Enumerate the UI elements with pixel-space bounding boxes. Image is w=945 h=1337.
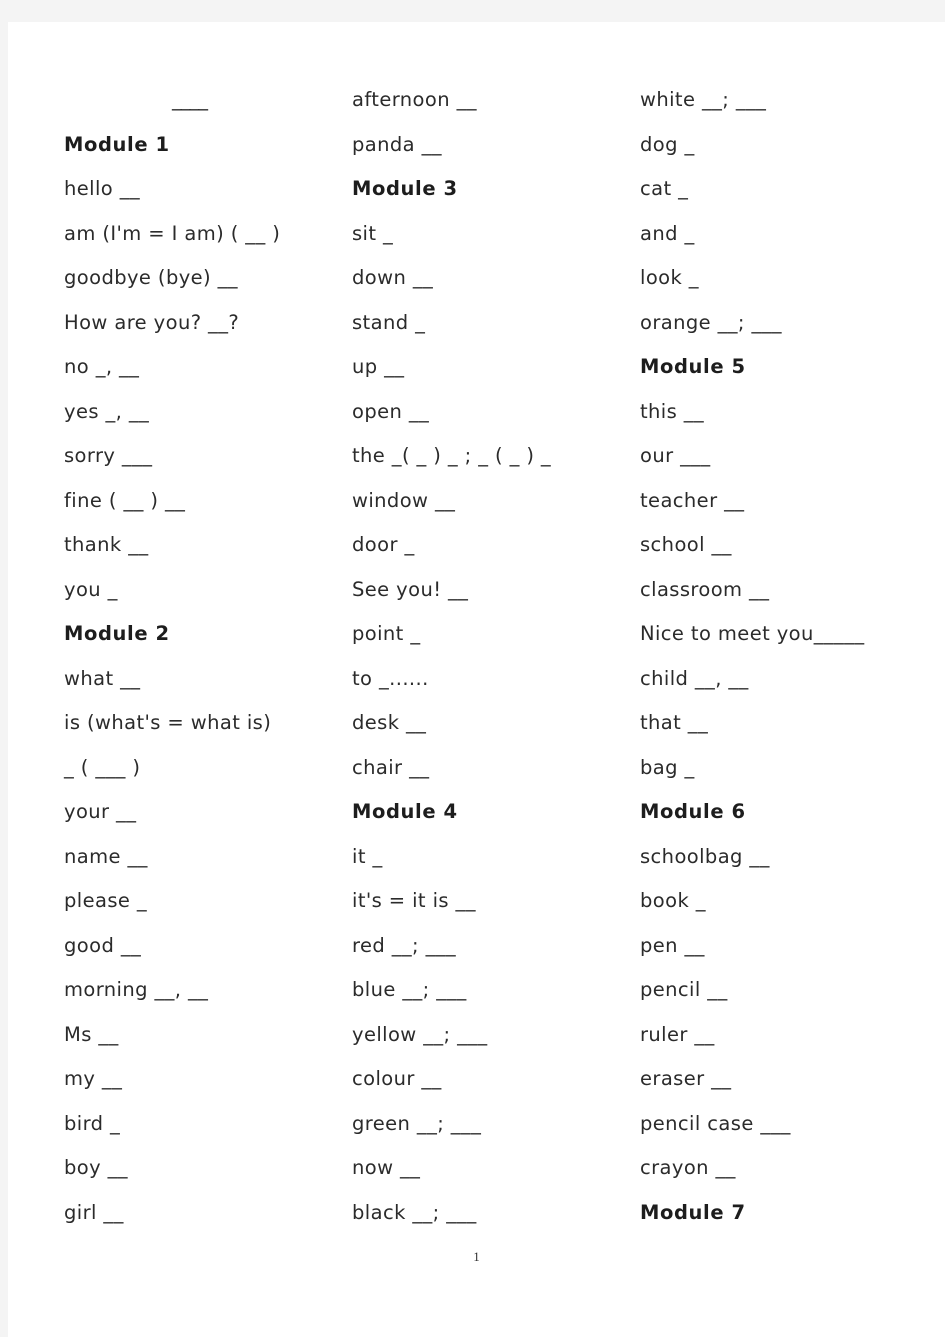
vocabulary-entry: now __ xyxy=(352,1156,421,1179)
vocabulary-entry: you _ xyxy=(64,577,118,601)
vocabulary-entry: door _ xyxy=(352,533,415,556)
vocabulary-entry: look _ xyxy=(640,266,699,289)
module-heading: Module 5 xyxy=(640,355,746,378)
title-blank-line: ____ xyxy=(64,78,352,123)
vocabulary-entry: point _ xyxy=(352,622,421,645)
vocabulary-column-3: white __; ___dog _cat _and _look _orange… xyxy=(640,78,928,1235)
vocabulary-entry: the _( _ ) _ ; _ ( _ ) _ xyxy=(352,444,552,467)
vocabulary-entry: black __; ___ xyxy=(352,1200,477,1224)
vocabulary-entry: girl __ xyxy=(64,1200,124,1224)
vocabulary-entry: red __; ___ xyxy=(352,933,457,957)
module-heading: Module 3 xyxy=(352,177,458,200)
module-heading: Module 7 xyxy=(640,1200,746,1224)
vocabulary-entry: colour __ xyxy=(352,1067,442,1090)
vocabulary-entry: white __; ___ xyxy=(640,88,767,111)
vocabulary-entry: down __ xyxy=(352,266,434,289)
vocabulary-entry: boy __ xyxy=(64,1156,128,1179)
vocabulary-entry: orange __; ___ xyxy=(640,310,782,334)
vocabulary-entry: pen __ xyxy=(640,933,705,957)
vocabulary-entry: yellow __; ___ xyxy=(352,1022,488,1046)
vocabulary-entry: that __ xyxy=(640,711,709,734)
vocabulary-entry: dog _ xyxy=(640,132,695,156)
vocabulary-entry: what __ xyxy=(64,666,141,690)
vocabulary-entry: eraser __ xyxy=(640,1067,732,1090)
vocabulary-entry: bag _ xyxy=(640,755,695,779)
vocabulary-entry: teacher __ xyxy=(640,488,745,512)
vocabulary-entry: this __ xyxy=(640,399,705,423)
vocabulary-entry: hello __ xyxy=(64,177,141,200)
vocabulary-entry: stand _ xyxy=(352,310,426,334)
vocabulary-entry: fine ( __ ) __ xyxy=(64,488,186,512)
vocabulary-entry: please _ xyxy=(64,889,148,912)
vocabulary-entry: my __ xyxy=(64,1067,123,1090)
vocabulary-columns: ____ Module 1 hello __am (I'm = I am) ( __… xyxy=(8,22,945,1272)
title-blank-underscores: ____ xyxy=(172,88,208,111)
page-number: 1 xyxy=(473,1250,480,1264)
module-heading: Module 6 xyxy=(640,800,746,823)
vocabulary-entry: panda __ xyxy=(352,132,442,156)
vocabulary-entry: am (I'm = I am) ( __ ) xyxy=(64,221,281,245)
vocabulary-entry: See you! __ xyxy=(352,577,469,601)
vocabulary-entry: bird _ xyxy=(64,1111,121,1135)
vocabulary-entry: classroom __ xyxy=(640,577,770,601)
vocabulary-entry: Ms __ xyxy=(64,1022,119,1046)
vocabulary-entry: cat _ xyxy=(640,177,689,200)
vocabulary-entry: schoolbag __ xyxy=(640,844,770,868)
vocabulary-entry: is (what's = what is) xyxy=(64,711,272,734)
module-heading: Module 4 xyxy=(352,800,458,823)
vocabulary-entry: good __ xyxy=(64,933,142,957)
vocabulary-entry: green __; ___ xyxy=(352,1111,482,1135)
vocabulary-entry: sit _ xyxy=(352,221,394,245)
vocabulary-entry: How are you? __? xyxy=(64,310,240,334)
vocabulary-entry: morning __, __ xyxy=(64,978,209,1001)
vocabulary-entry: pencil __ xyxy=(640,978,728,1001)
vocabulary-entry: desk __ xyxy=(352,711,427,734)
vocabulary-entry: to _...... xyxy=(352,666,429,690)
vocabulary-entry: chair __ xyxy=(352,755,430,779)
vocabulary-entry: no _, __ xyxy=(64,355,140,378)
vocabulary-entry: window __ xyxy=(352,488,456,512)
vocabulary-entry: blue __; ___ xyxy=(352,978,467,1001)
vocabulary-entry: and _ xyxy=(640,221,695,245)
vocabulary-entry: our ___ xyxy=(640,444,711,467)
vocabulary-column-2: afternoon __panda __ Module 3 sit _down __… xyxy=(352,78,640,1235)
vocabulary-entry: child __, __ xyxy=(640,666,749,690)
vocabulary-entry: school __ xyxy=(640,533,732,556)
worksheet-page: ____ Module 1 hello __am (I'm = I am) ( __… xyxy=(8,22,945,1337)
vocabulary-entry: it _ xyxy=(352,844,383,868)
vocabulary-entry: crayon __ xyxy=(640,1156,736,1179)
vocabulary-entry: pencil case ___ xyxy=(640,1111,791,1135)
vocabulary-entry: it's = it is __ xyxy=(352,889,476,912)
vocabulary-entry: afternoon __ xyxy=(352,88,477,111)
vocabulary-column-1: ____ Module 1 hello __am (I'm = I am) ( __… xyxy=(64,78,352,1235)
vocabulary-entry: ruler __ xyxy=(640,1022,715,1046)
vocabulary-entry: goodbye (bye) __ xyxy=(64,266,238,289)
vocabulary-entry: sorry ___ xyxy=(64,444,153,467)
vocabulary-entry: thank __ xyxy=(64,533,149,556)
vocabulary-entry: open __ xyxy=(352,399,430,423)
vocabulary-entry: book _ xyxy=(640,889,706,912)
vocabulary-entry: yes _, __ xyxy=(64,399,150,423)
vocabulary-entry: Nice to meet you_____ xyxy=(640,622,865,645)
module-heading: Module 2 xyxy=(64,622,170,645)
vocabulary-entry: name __ xyxy=(64,844,148,868)
module-heading: Module 1 xyxy=(64,132,170,156)
vocabulary-entry: up __ xyxy=(352,355,405,378)
vocabulary-entry: _ ( ___ ) xyxy=(64,755,141,779)
vocabulary-entry: your __ xyxy=(64,800,137,823)
